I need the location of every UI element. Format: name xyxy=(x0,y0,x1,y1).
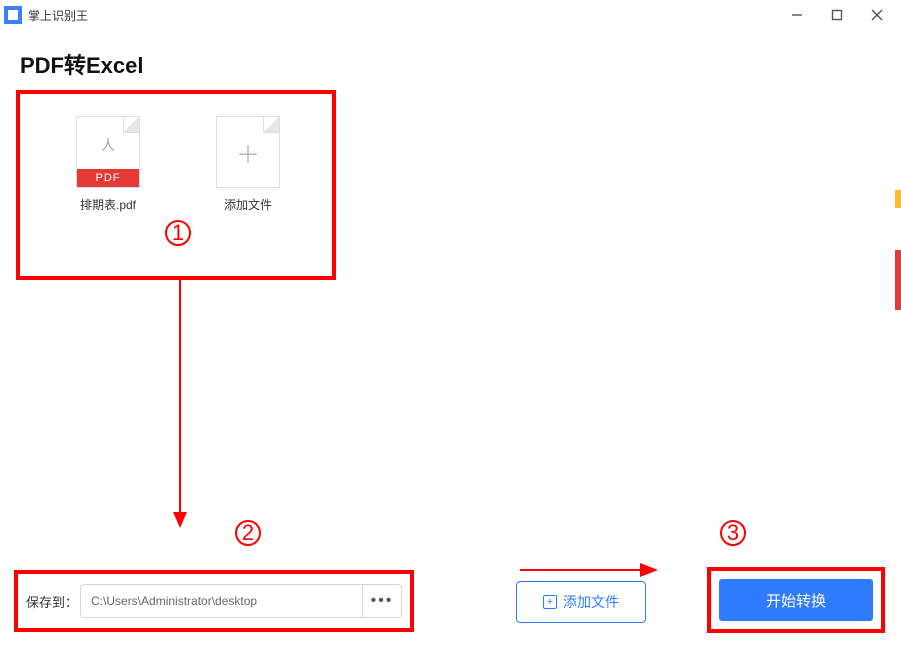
pdf-badge: PDF xyxy=(77,169,139,187)
pdf-file-icon: 人 PDF xyxy=(76,116,140,188)
add-file-card[interactable]: ＋ 添加文件 xyxy=(198,116,298,213)
file-list-highlight: 人 PDF 排期表.pdf ＋ 添加文件 xyxy=(16,90,336,280)
minimize-button[interactable] xyxy=(777,0,817,30)
window-controls xyxy=(777,0,897,30)
add-file-icon: ＋ xyxy=(216,116,280,188)
start-button-label: 开始转换 xyxy=(766,590,826,611)
add-file-label: 添加文件 xyxy=(224,196,272,213)
add-file-button[interactable]: + 添加文件 xyxy=(516,581,646,623)
titlebar: 掌上识别王 xyxy=(0,0,901,30)
edge-marker-icon xyxy=(895,190,901,208)
page-title: PDF转Excel xyxy=(0,30,901,90)
maximize-button[interactable] xyxy=(817,0,857,30)
add-file-button-label: 添加文件 xyxy=(563,592,619,612)
start-convert-button[interactable]: 开始转换 xyxy=(719,579,873,621)
save-to-label: 保存到： xyxy=(26,592,78,611)
annotation-step-1: 1 xyxy=(165,220,191,246)
plus-icon: ＋ xyxy=(236,135,260,170)
start-button-highlight: 开始转换 xyxy=(707,567,885,633)
annotation-step-3: 3 xyxy=(720,520,746,546)
close-button[interactable] xyxy=(857,0,897,30)
pdf-glyph-icon: 人 xyxy=(101,135,115,155)
file-item-pdf[interactable]: 人 PDF 排期表.pdf xyxy=(58,116,158,213)
plus-square-icon: + xyxy=(543,595,557,609)
file-list: 人 PDF 排期表.pdf ＋ 添加文件 xyxy=(20,94,332,213)
edge-marker-icon xyxy=(895,250,901,310)
save-path-highlight: 保存到： ••• xyxy=(14,570,414,632)
arrow-down-icon xyxy=(170,280,190,535)
app-title: 掌上识别王 xyxy=(28,7,88,24)
save-path-input[interactable] xyxy=(80,584,362,618)
file-name-label: 排期表.pdf xyxy=(80,196,136,213)
annotation-step-2: 2 xyxy=(235,520,261,546)
browse-button[interactable]: ••• xyxy=(362,584,402,618)
app-icon xyxy=(4,6,22,24)
